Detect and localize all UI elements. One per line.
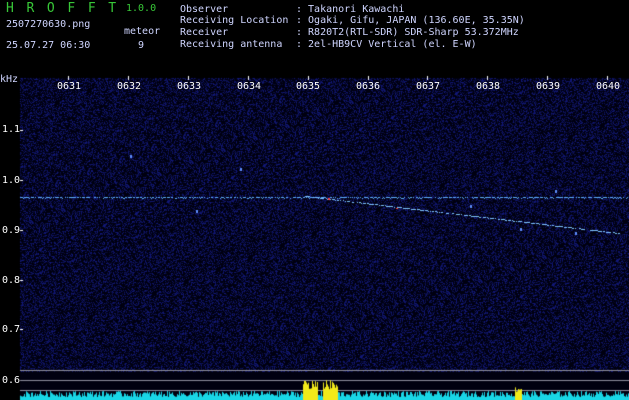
meteor-count: 9: [138, 40, 145, 51]
x-tick-label: 0637: [416, 81, 441, 92]
x-tick-label: 0635: [296, 81, 321, 92]
y-tick-label: 0.7: [2, 324, 21, 335]
y-tick-label: 0.9: [2, 225, 21, 236]
meteor-label: meteor: [124, 26, 161, 37]
x-tick-label: 0634: [237, 81, 262, 92]
observer-value: : Takanori Kawachi: [296, 4, 405, 15]
datetime-label: 25.07.27 06:30: [6, 40, 91, 51]
x-tick-label: 0638: [476, 81, 501, 92]
version-label: 1.0.0: [126, 3, 157, 14]
y-tick-label: 0.6: [2, 375, 21, 386]
y-unit-label: kHz: [0, 74, 19, 85]
x-tick-label: 0632: [117, 81, 142, 92]
filename-label: 2507270630.png: [6, 19, 91, 30]
y-tick-label: 1.0: [2, 175, 21, 186]
app-title: H R O F F T: [6, 1, 119, 16]
receiver-value: : R820T2(RTL-SDR) SDR-Sharp 53.372MHz: [296, 27, 519, 38]
location-value: : Ogaki, Gifu, JAPAN (136.60E, 35.35N): [296, 15, 525, 26]
location-key: Receiving Location: [180, 15, 289, 26]
x-tick-label: 0636: [356, 81, 381, 92]
antenna-key: Receiving antenna: [180, 39, 283, 50]
y-tick-label: 1.1: [2, 124, 21, 135]
spectrogram-canvas: [0, 0, 629, 400]
x-tick-label: 0640: [596, 81, 621, 92]
x-tick-label: 0639: [536, 81, 561, 92]
observer-key: Observer: [180, 4, 229, 15]
antenna-value: : 2el-HB9CV Vertical (el. E-W): [296, 39, 477, 50]
x-tick-label: 0631: [57, 81, 82, 92]
receiver-key: Receiver: [180, 27, 229, 38]
x-tick-label: 0633: [177, 81, 202, 92]
y-tick-label: 0.8: [2, 275, 21, 286]
